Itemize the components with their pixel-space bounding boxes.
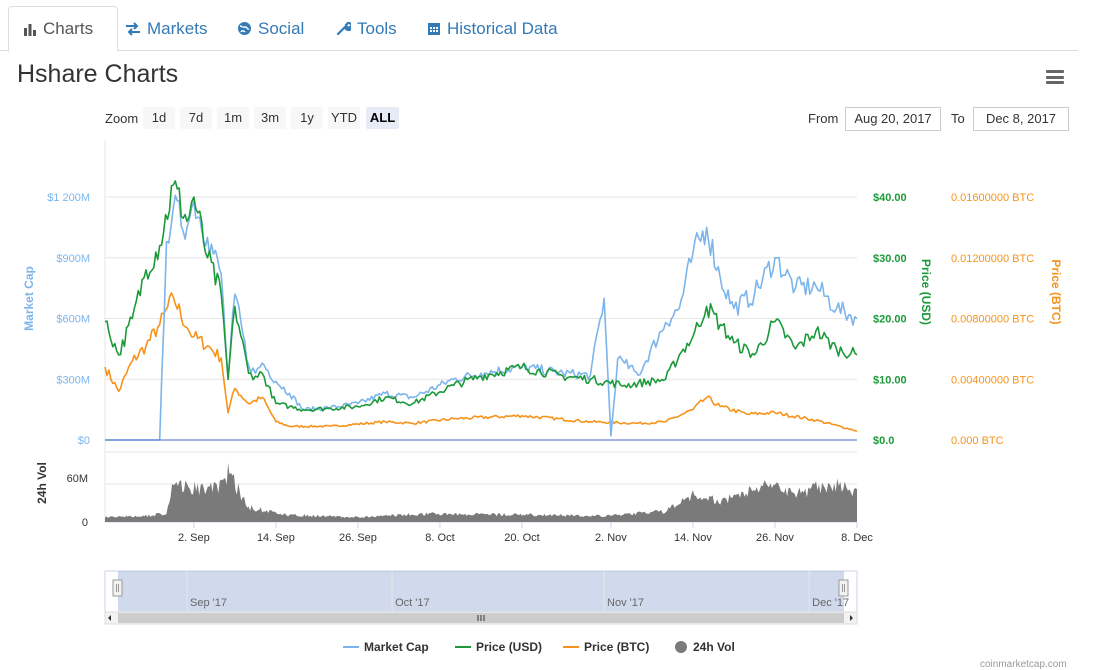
tab-markets[interactable]: Markets (125, 8, 207, 49)
zoom-button-1y[interactable]: 1y (291, 107, 323, 129)
y-tick-label-price-usd: $20.00 (873, 314, 907, 326)
y-tick-label-price-btc: 0.00400000 BTC (951, 374, 1034, 386)
legend-label: Price (BTC) (584, 640, 649, 654)
tab-historical-data[interactable]: Historical Data (427, 8, 558, 49)
y-tick-label-volume: 60M (67, 473, 88, 485)
calendar-icon (428, 23, 440, 35)
y-tick-label-price-btc: 0.000 BTC (951, 435, 1004, 447)
legend-item[interactable]: Price (USD) (455, 640, 542, 654)
x-tick-label: 14. Nov (674, 532, 712, 544)
y-tick-label-price-usd: $10.00 (873, 374, 907, 386)
footer-credit: coinmarketcap.com (980, 659, 1067, 670)
navigator-frame (104, 570, 858, 613)
legend-label: Market Cap (364, 640, 429, 654)
navigator-label: Dec '17 (812, 597, 849, 609)
tab-label: Historical Data (447, 18, 558, 38)
y-tick-label-price-btc: 0.00800000 BTC (951, 314, 1034, 326)
to-label: To (951, 111, 965, 126)
zoom-button-1m[interactable]: 1m (217, 107, 249, 129)
from-label: From (808, 111, 839, 126)
y-axis-title-volume: 24h Vol (35, 462, 49, 504)
handle-body (112, 579, 123, 597)
tab-bar: Charts Markets Social Tools Historical D… (0, 0, 1078, 52)
tab-label: Charts (43, 19, 94, 38)
y-tick-label-price-btc: 0.01600000 BTC (951, 192, 1034, 204)
page-title: Hshare Charts (17, 60, 179, 88)
hamburger-menu-icon[interactable] (1046, 70, 1064, 84)
tab-label: Social (258, 18, 305, 38)
x-tick-label: 8. Oct (425, 532, 454, 544)
navigator-right-handle[interactable] (838, 579, 849, 597)
wrench-icon (336, 21, 351, 36)
navigator-scrollbar[interactable] (104, 611, 858, 625)
y-tick-label-volume: 0 (82, 517, 88, 529)
bar-chart-icon (24, 24, 36, 36)
x-tick-label: 2. Nov (595, 532, 627, 544)
x-tick-label: 26. Nov (756, 532, 794, 544)
series-line-price-btc (104, 292, 858, 432)
to-date-input[interactable]: Dec 8, 2017 (973, 107, 1069, 131)
globe-icon (238, 22, 251, 35)
zoom-button-7d[interactable]: 7d (180, 107, 212, 129)
navigator-label: Nov '17 (607, 597, 644, 609)
series-line-market-cap (105, 194, 858, 441)
navigator-label: Oct '17 (395, 597, 430, 609)
y-tick-label-market-cap: $1 200M (47, 192, 90, 204)
series-line-price-usd (104, 180, 858, 413)
zoom-button-all[interactable]: ALL (366, 107, 399, 129)
x-tick-label: 8. Dec (841, 532, 873, 544)
y-tick-label-price-usd: $0.0 (873, 435, 894, 447)
y-axis-title-price-usd: Price (USD) (919, 259, 933, 325)
y-tick-label-price-btc: 0.01200000 BTC (951, 253, 1034, 265)
tab-label: Markets (147, 18, 208, 38)
scrollbar-track (104, 611, 858, 625)
y-tick-label-market-cap: $600M (56, 314, 90, 326)
exchange-icon (126, 21, 140, 36)
zoom-button-1d[interactable]: 1d (143, 107, 175, 129)
zoom-label: Zoom (105, 111, 139, 126)
scroll-right-arrow-icon (850, 615, 853, 621)
y-tick-label-market-cap: $300M (56, 374, 90, 386)
zoom-button-ytd[interactable]: YTD (328, 107, 360, 129)
x-tick-label: 14. Sep (257, 532, 295, 544)
legend-item[interactable]: Market Cap (343, 640, 429, 654)
tab-label: Tools (357, 18, 397, 38)
tab-social[interactable]: Social (237, 8, 304, 49)
navigator-selection (118, 571, 844, 612)
y-axis-title-price-btc: Price (BTC) (1049, 259, 1063, 324)
from-date-input[interactable]: Aug 20, 2017 (845, 107, 941, 131)
x-tick-label: 20. Oct (504, 532, 539, 544)
legend-item[interactable]: Price (BTC) (563, 640, 649, 654)
y-tick-label-market-cap: $900M (56, 253, 90, 265)
zoom-button-3m[interactable]: 3m (254, 107, 286, 129)
navigator-left-handle[interactable] (112, 579, 123, 597)
y-axis-title-market-cap: Market Cap (22, 266, 36, 331)
legend-item[interactable]: 24h Vol (675, 640, 735, 654)
legend-label: 24h Vol (693, 640, 735, 654)
x-tick-label: 2. Sep (178, 532, 210, 544)
legend-swatch (675, 641, 687, 653)
tab-tools[interactable]: Tools (336, 8, 397, 49)
handle-body (838, 579, 849, 597)
volume-area (105, 463, 857, 522)
legend-label: Price (USD) (476, 640, 542, 654)
navigator-label: Sep '17 (190, 597, 227, 609)
tab-charts[interactable]: Charts (8, 6, 118, 52)
y-tick-label-price-usd: $40.00 (873, 192, 907, 204)
y-tick-label-market-cap: $0 (78, 435, 90, 447)
price-chart: $0 $300M $600M $900M $1 200M Market Cap $0.0 $1… (22, 140, 1063, 654)
y-tick-label-price-usd: $30.00 (873, 253, 907, 265)
x-tick-label: 26. Sep (339, 532, 377, 544)
scroll-left-arrow-icon (108, 615, 111, 621)
scrollbar-thumb (118, 613, 844, 623)
